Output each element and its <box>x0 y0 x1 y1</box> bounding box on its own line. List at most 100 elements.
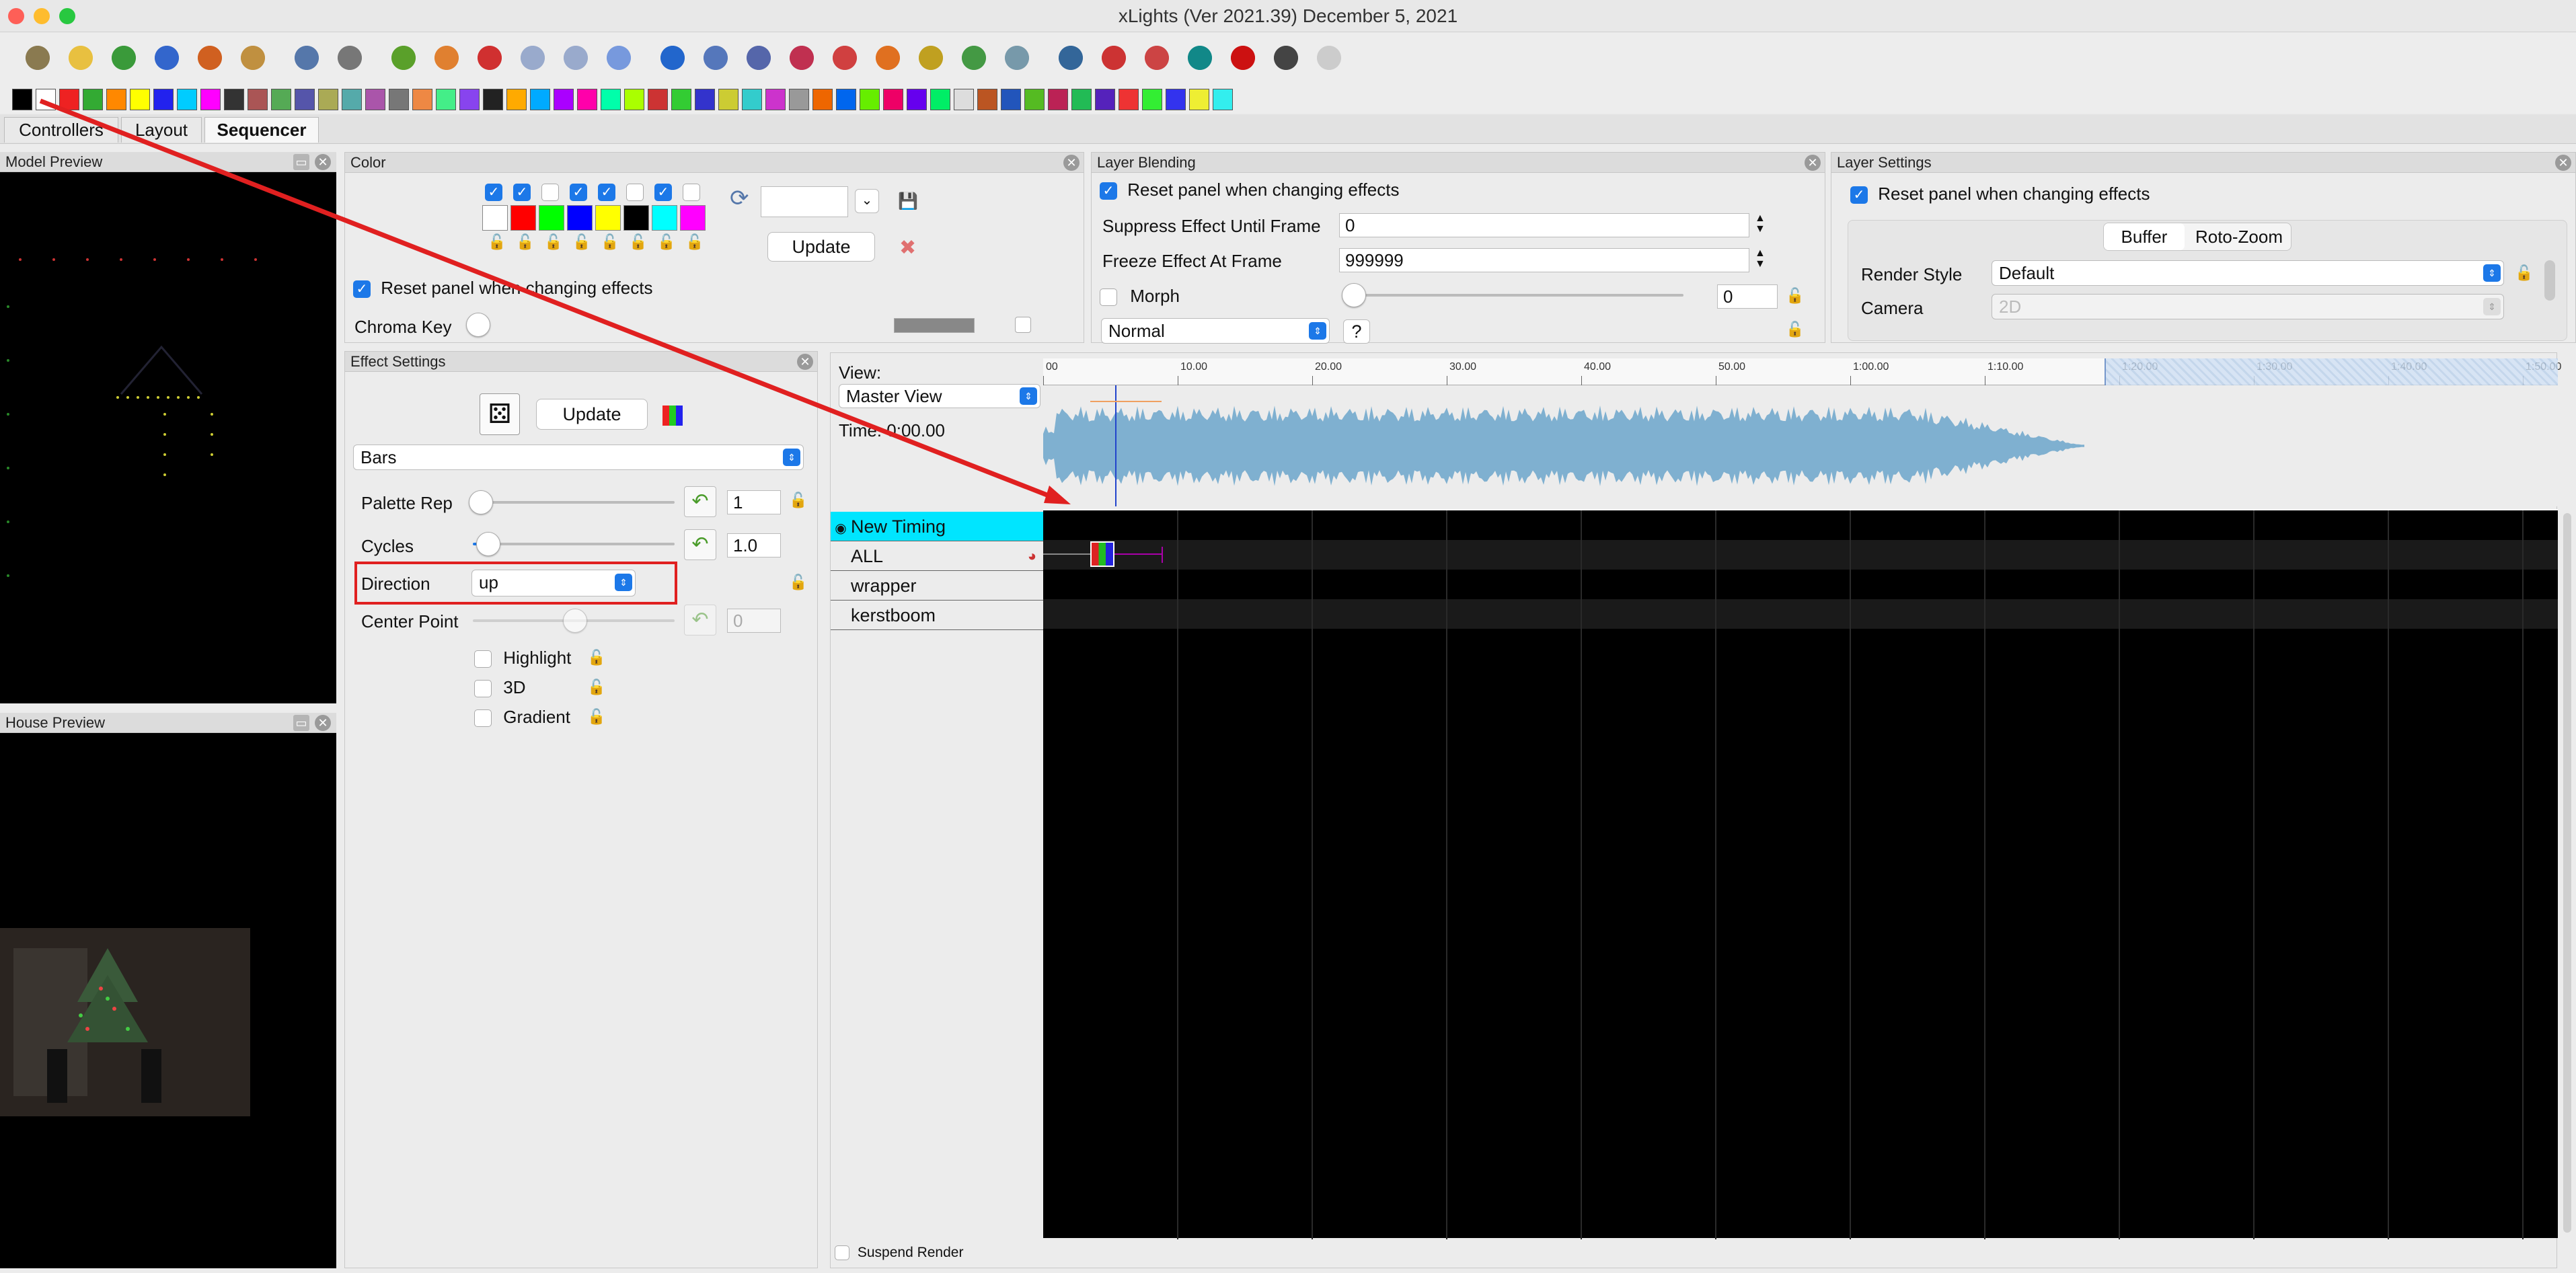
effect-palette-icon[interactable] <box>1048 89 1068 110</box>
first-frame-icon[interactable] <box>514 39 552 77</box>
effect-palette-icon[interactable] <box>342 89 362 110</box>
effect-palette-icon[interactable] <box>789 89 809 110</box>
effect-palette-icon[interactable] <box>860 89 880 110</box>
morph-slider-knob[interactable] <box>1342 283 1366 307</box>
effect-palette-icon[interactable] <box>483 89 503 110</box>
close-icon[interactable]: ✕ <box>315 154 331 170</box>
effect-palette-icon[interactable] <box>577 89 597 110</box>
palette-dropdown-chevron-icon[interactable]: ⌄ <box>855 189 879 213</box>
palette-rep-field[interactable]: 1 <box>727 490 781 514</box>
suppress-field[interactable]: 0 <box>1339 213 1749 237</box>
swatch-lock-icon[interactable]: 🔓 <box>629 233 647 252</box>
swatch-checkbox[interactable] <box>683 184 700 201</box>
swatch-checkbox[interactable] <box>626 184 644 201</box>
zoom-in-icon[interactable] <box>1052 39 1090 77</box>
effect-palette-icon[interactable] <box>718 89 738 110</box>
chroma-key-checkbox[interactable] <box>1015 317 1031 333</box>
effect-palette-icon[interactable] <box>1001 89 1021 110</box>
effect-palette-icon[interactable] <box>1119 89 1139 110</box>
tab-buffer[interactable]: Buffer <box>2104 223 2185 250</box>
save-palette-icon[interactable]: 💾 <box>898 192 918 212</box>
freeze-field[interactable]: 999999 <box>1339 248 1749 272</box>
effect-palette-icon[interactable] <box>930 89 950 110</box>
view-select[interactable]: Master View ⇕ <box>839 384 1040 408</box>
swatch-checkbox[interactable]: ✓ <box>654 184 672 201</box>
effect-palette-icon[interactable] <box>836 89 856 110</box>
effect-type-select[interactable]: Bars ⇕ <box>353 445 804 470</box>
effect-palette-icon[interactable] <box>59 89 79 110</box>
threed-checkbox[interactable] <box>474 680 492 698</box>
color-reset-checkbox[interactable]: ✓ <box>353 280 371 299</box>
swatch-checkbox[interactable]: ✓ <box>570 184 587 201</box>
palette-rep-value-curve-icon[interactable]: ↶ <box>684 486 716 517</box>
morph-slider-track[interactable] <box>1347 294 1683 297</box>
effect-palette-icon[interactable] <box>554 89 574 110</box>
color-swatch[interactable] <box>595 205 621 231</box>
effect-palette-icon[interactable] <box>954 89 974 110</box>
highlight-lock-icon[interactable]: 🔓 <box>587 649 605 668</box>
delete-palette-icon[interactable]: ✖ <box>899 236 916 260</box>
effect-palette-icon[interactable] <box>436 89 456 110</box>
tab-controllers[interactable]: Controllers <box>4 117 118 143</box>
highlight-checkbox[interactable] <box>474 650 492 668</box>
freeze-stepper[interactable]: ▲ ▼ <box>1755 248 1766 270</box>
effect-palette-icon[interactable] <box>248 89 268 110</box>
timing-radio-icon[interactable]: ◉ <box>831 514 851 543</box>
render-timer-icon[interactable] <box>288 39 326 77</box>
gradient-checkbox[interactable] <box>474 709 492 728</box>
close-icon[interactable]: ✕ <box>797 354 813 370</box>
effect-wand-icon[interactable] <box>998 39 1036 77</box>
swatch-lock-icon[interactable]: 🔓 <box>685 233 704 252</box>
effect-palette-icon[interactable] <box>1071 89 1092 110</box>
center-point-field[interactable]: 0 <box>727 609 781 633</box>
effect-palette-icon[interactable] <box>200 89 221 110</box>
effect-palette-icon[interactable] <box>624 89 644 110</box>
effect-palette-icon[interactable] <box>389 89 409 110</box>
layers-icon[interactable] <box>783 39 821 77</box>
cycles-slider-track[interactable] <box>473 543 675 545</box>
palette-name-field[interactable] <box>761 186 848 217</box>
palette-rep-lock-icon[interactable]: 🔓 <box>789 492 807 510</box>
render-style-lock-icon[interactable]: 🔓 <box>2515 264 2533 283</box>
new-sequence-icon[interactable] <box>19 39 56 77</box>
effect-palette-icon[interactable] <box>695 89 715 110</box>
effect-palette-icon[interactable] <box>459 89 480 110</box>
info-icon[interactable] <box>1138 39 1176 77</box>
effect-palette-icon[interactable] <box>1189 89 1209 110</box>
swatch-checkbox[interactable]: ✓ <box>485 184 502 201</box>
effect-palette-icon[interactable] <box>907 89 927 110</box>
blending-reset-checkbox[interactable]: ✓ <box>1100 182 1117 200</box>
cycles-slider-knob[interactable] <box>476 532 501 556</box>
tab-layout[interactable]: Layout <box>121 117 202 143</box>
center-point-value-curve-icon[interactable]: ↶ <box>684 605 716 635</box>
model-icon[interactable] <box>912 39 950 77</box>
house-icon[interactable] <box>869 39 907 77</box>
effect-palette-icon[interactable] <box>224 89 244 110</box>
effect-palette-icon[interactable] <box>36 89 56 110</box>
tab-roto-zoom[interactable]: Roto-Zoom <box>2187 223 2291 250</box>
direction-lock-icon[interactable]: 🔓 <box>789 574 807 592</box>
float-icon[interactable]: ▭ <box>293 715 309 731</box>
gradient-lock-icon[interactable]: 🔓 <box>587 708 605 727</box>
chroma-key-slider-knob[interactable] <box>466 313 490 337</box>
effect-palette-icon[interactable] <box>671 89 691 110</box>
open-folder-icon[interactable] <box>105 39 143 77</box>
color-swatch[interactable] <box>652 205 677 231</box>
help-icon[interactable] <box>1181 39 1219 77</box>
threed-lock-icon[interactable]: 🔓 <box>587 679 605 697</box>
stop-sign-icon[interactable] <box>1224 39 1262 77</box>
grid-scrollbar-thumb[interactable] <box>2563 513 2571 1233</box>
close-icon[interactable]: ✕ <box>2555 155 2571 171</box>
effect-palette-icon[interactable] <box>12 89 32 110</box>
cycles-field[interactable]: 1.0 <box>727 533 781 557</box>
stop-icon[interactable] <box>471 39 508 77</box>
effect-palette-icon[interactable] <box>365 89 385 110</box>
effect-palette-icon[interactable] <box>318 89 338 110</box>
morph-lock-icon[interactable]: 🔓 <box>1786 287 1804 306</box>
effect-palette-icon[interactable] <box>977 89 997 110</box>
effect-palette-icon[interactable] <box>130 89 150 110</box>
row-new-timing[interactable]: ◉ New Timing <box>831 512 1046 541</box>
blend-mode-select[interactable]: Normal ⇕ <box>1101 318 1330 344</box>
row-wrapper[interactable]: wrapper <box>831 571 1046 601</box>
color-swatch[interactable] <box>539 205 564 231</box>
